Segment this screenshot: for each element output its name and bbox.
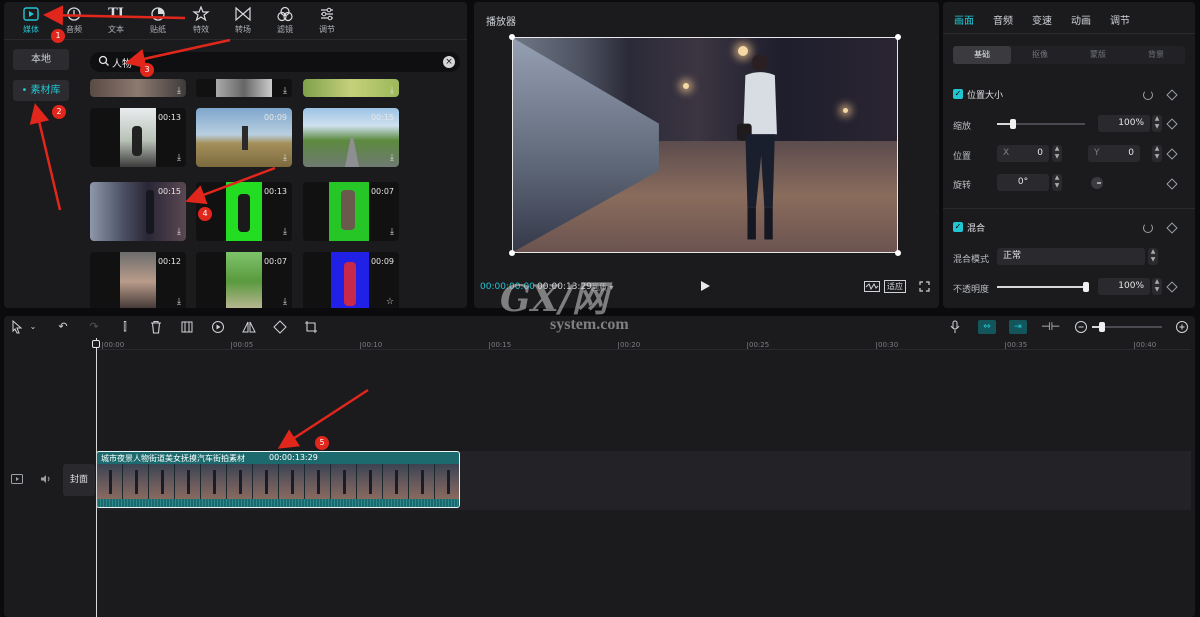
annotation-arrow <box>185 166 276 205</box>
annotation-marker: 4 <box>198 207 212 221</box>
annotation-arrow <box>43 5 186 26</box>
annotation-arrow <box>29 103 62 211</box>
annotation-marker: 2 <box>52 105 66 119</box>
annotation-arrow <box>125 38 231 69</box>
annotation-arrows <box>29 5 369 449</box>
annotation-marker: 1 <box>51 29 65 43</box>
annotation-marker: 3 <box>140 63 154 77</box>
annotation-marker: 5 <box>315 436 329 450</box>
